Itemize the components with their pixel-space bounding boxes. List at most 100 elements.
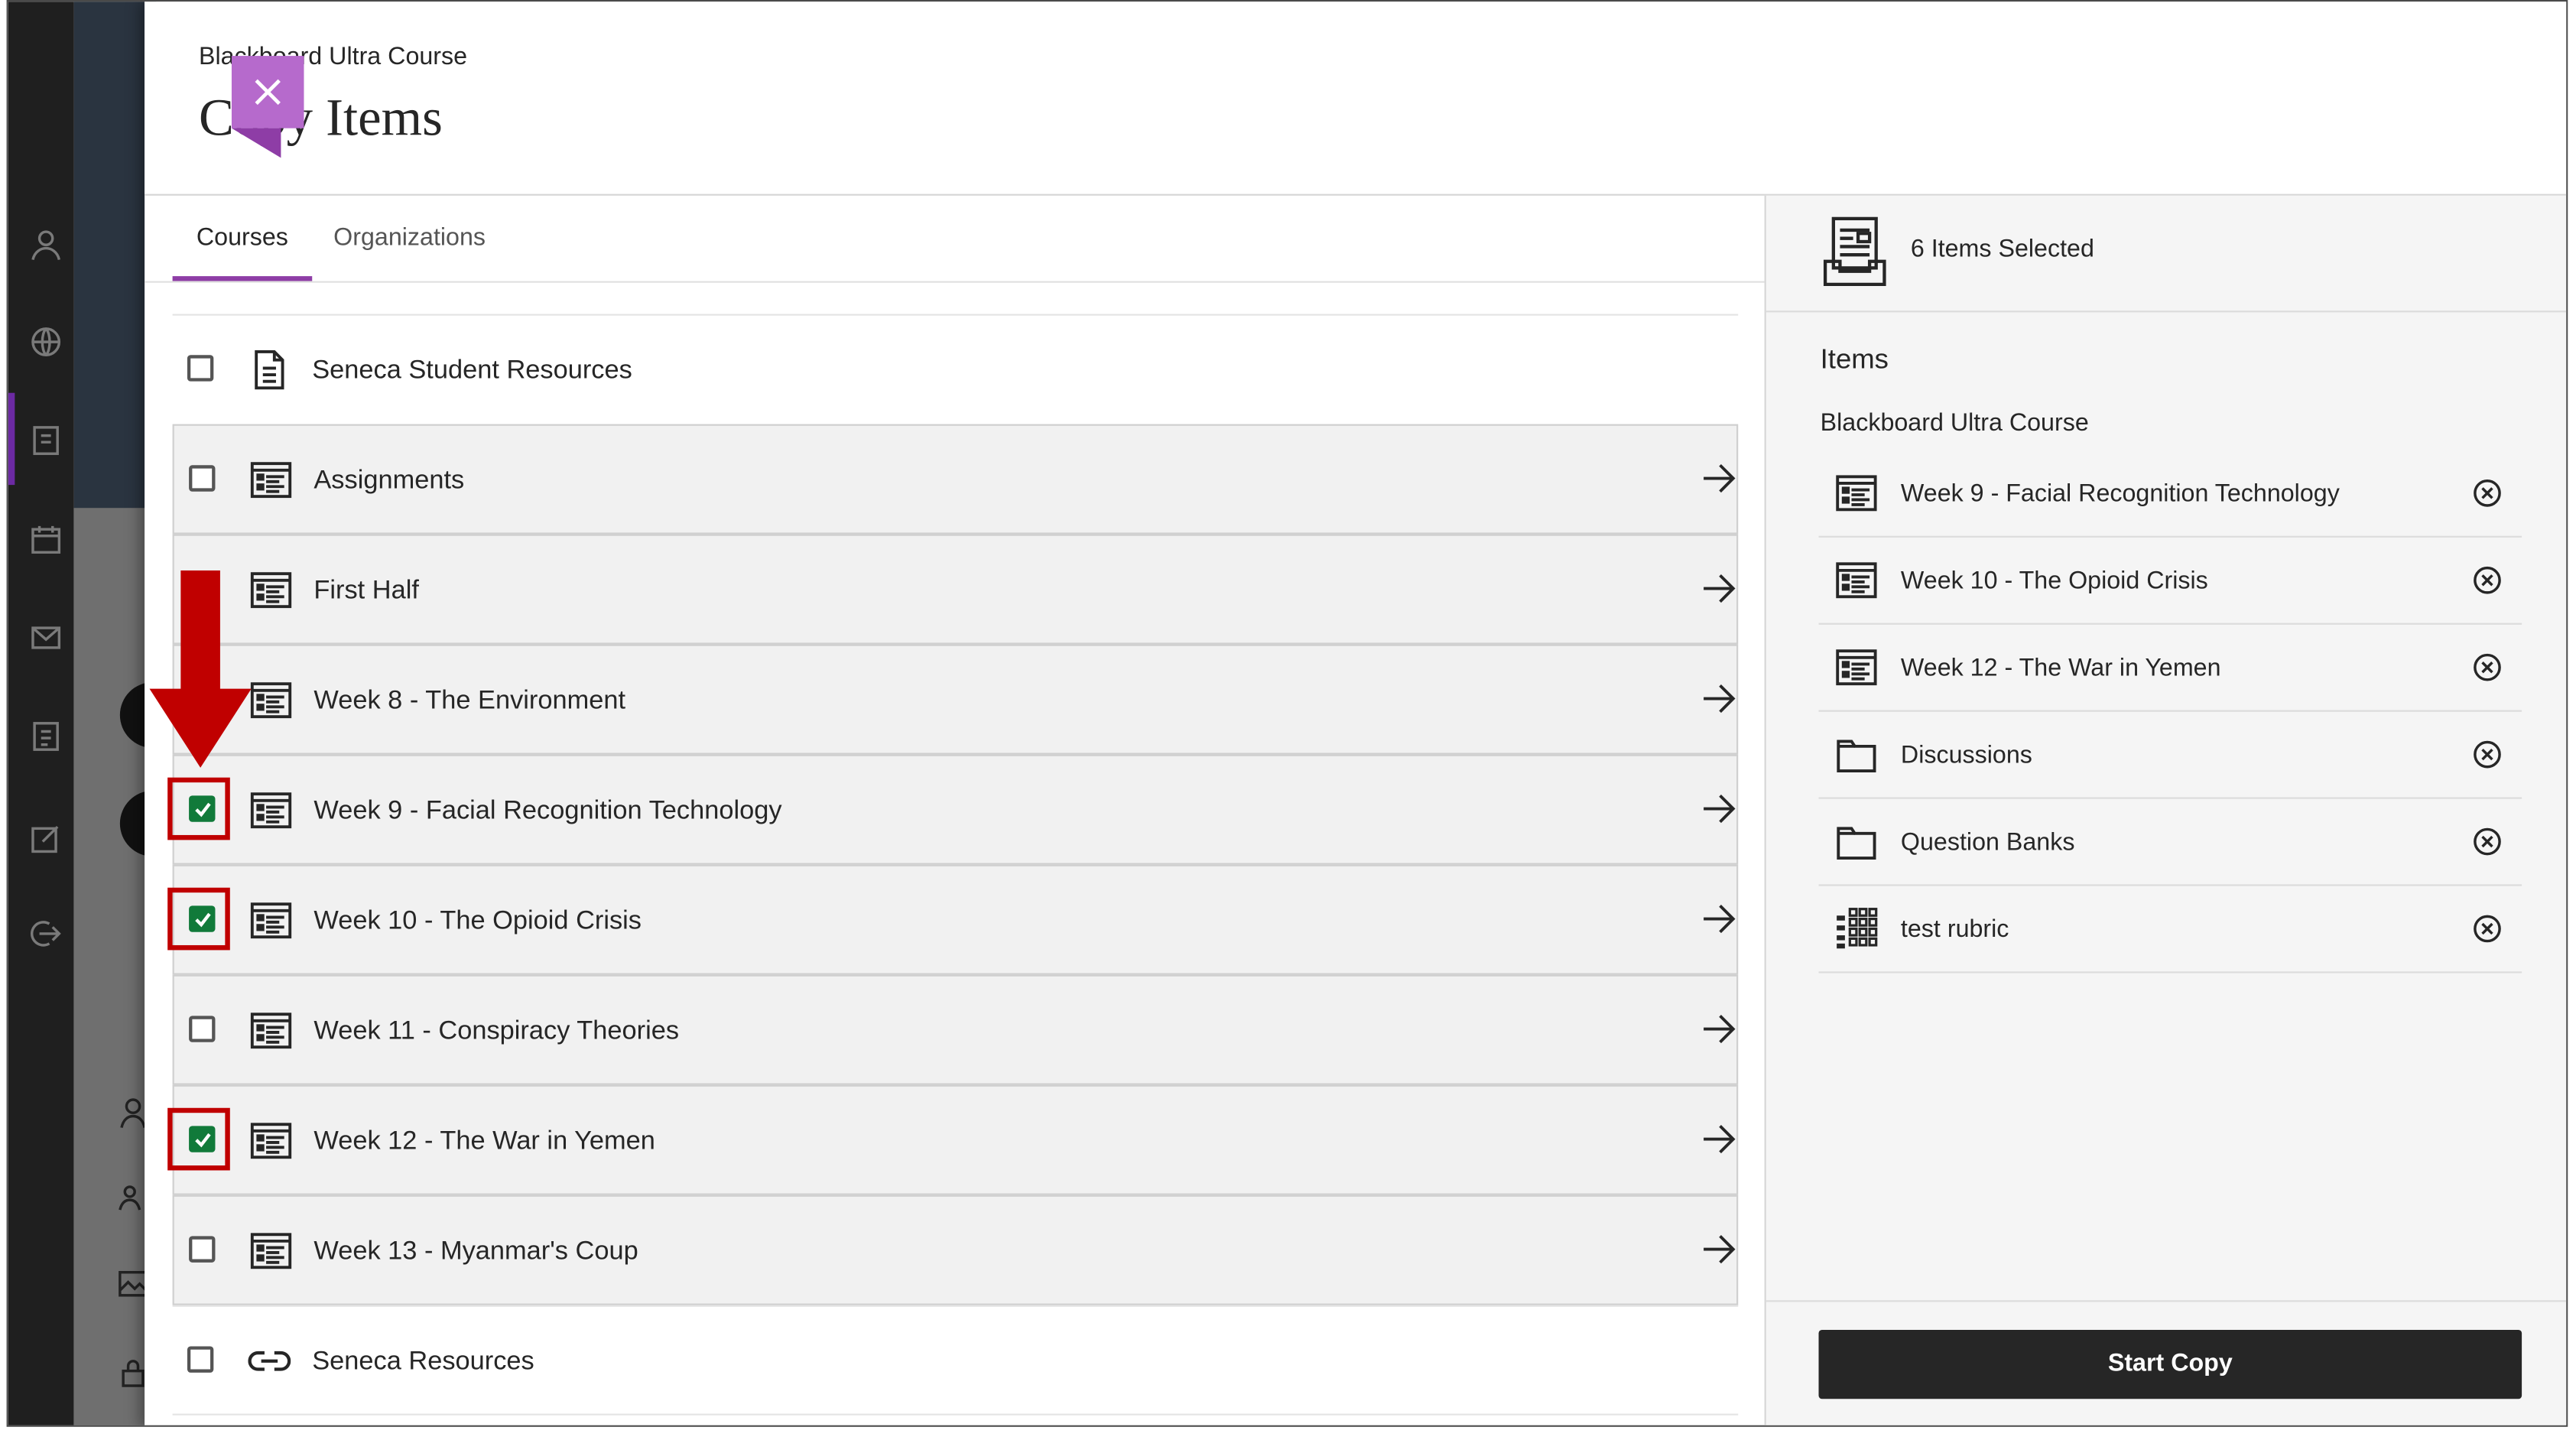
document-icon bbox=[248, 349, 291, 392]
course-item-row[interactable]: Week 12 - The War in Yemen bbox=[167, 1084, 1739, 1195]
selected-item-label: Week 9 - Facial Recognition Technology bbox=[1900, 479, 2340, 509]
course-item-row[interactable]: Week 11 - Conspiracy Theories bbox=[172, 974, 1739, 1085]
content-list-icon bbox=[250, 569, 293, 612]
remove-item-icon[interactable] bbox=[2473, 827, 2503, 857]
course-item-label: Week 9 - Facial Recognition Technology bbox=[313, 797, 782, 826]
selected-item-row: Week 12 - The War in Yemen bbox=[1818, 625, 2522, 712]
course-item-row[interactable]: Week 8 - The Environment bbox=[172, 644, 1739, 755]
background-banner bbox=[73, 2, 157, 509]
checkbox-highlight-annotation bbox=[167, 777, 230, 840]
content-list-icon bbox=[1835, 472, 1878, 515]
open-folder-arrow-icon[interactable] bbox=[1701, 681, 1736, 717]
open-folder-arrow-icon[interactable] bbox=[1701, 901, 1736, 937]
start-copy-button[interactable]: Start Copy bbox=[1818, 1329, 2522, 1399]
tab-courses[interactable]: Courses bbox=[172, 196, 313, 281]
selected-item-label: test rubric bbox=[1900, 915, 2009, 944]
course-item-label: Seneca Student Resources bbox=[312, 356, 632, 385]
grades-icon bbox=[28, 718, 64, 754]
content-list-icon bbox=[250, 1009, 293, 1052]
background-nav-active-indicator bbox=[8, 392, 15, 486]
item-checkbox[interactable] bbox=[187, 355, 214, 382]
selected-item-row: Discussions bbox=[1818, 712, 2522, 799]
annotation-arrow bbox=[149, 570, 252, 771]
rubric-icon bbox=[1835, 908, 1878, 951]
selected-item-row: Week 9 - Facial Recognition Technology bbox=[1818, 450, 2522, 538]
tab-organizations[interactable]: Organizations bbox=[333, 196, 486, 281]
selected-item-label: Question Banks bbox=[1900, 828, 2075, 857]
remove-item-icon[interactable] bbox=[2473, 565, 2503, 595]
user-icon bbox=[28, 227, 64, 263]
selected-item-row: Question Banks bbox=[1818, 799, 2522, 886]
remove-item-icon[interactable] bbox=[2473, 479, 2503, 509]
open-folder-arrow-icon[interactable] bbox=[1701, 1011, 1736, 1047]
open-folder-arrow-icon[interactable] bbox=[1701, 1231, 1736, 1267]
selected-item-row: test rubric bbox=[1818, 886, 2522, 974]
content-list-icon bbox=[250, 459, 293, 502]
course-item-row: Seneca Resources bbox=[172, 1305, 1739, 1416]
globe-icon bbox=[28, 323, 64, 359]
copy-items-panel: Blackboard Ultra Course Copy Items Cours… bbox=[145, 2, 2567, 1425]
items-heading: Items bbox=[1820, 343, 1889, 375]
course-item-label: Assignments bbox=[313, 466, 465, 495]
selection-summary: 6 Items Selected bbox=[1766, 196, 2567, 313]
remove-item-icon[interactable] bbox=[2473, 914, 2503, 944]
background-nav bbox=[8, 2, 74, 1425]
tab-bar: Courses Organizations bbox=[172, 196, 1736, 281]
open-folder-arrow-icon[interactable] bbox=[1701, 791, 1736, 827]
course-item-label: Week 8 - The Environment bbox=[313, 687, 626, 716]
item-checkbox[interactable] bbox=[189, 465, 216, 492]
course-item-row[interactable]: Week 10 - The Opioid Crisis bbox=[167, 864, 1739, 975]
selected-item-label: Week 12 - The War in Yemen bbox=[1900, 654, 2221, 683]
background-content bbox=[73, 2, 186, 1425]
course-item-label: Week 12 - The War in Yemen bbox=[313, 1127, 655, 1156]
link-icon bbox=[248, 1340, 291, 1383]
item-checkbox[interactable] bbox=[189, 1236, 216, 1263]
source-column: Courses Organizations Seneca Student Res… bbox=[145, 196, 1765, 1425]
course-item-row[interactable]: Week 9 - Facial Recognition Technology bbox=[167, 754, 1739, 865]
edit-icon bbox=[28, 821, 64, 857]
course-item-row[interactable]: Assignments bbox=[172, 424, 1739, 535]
content-list-icon bbox=[250, 899, 293, 942]
item-checkbox[interactable] bbox=[187, 1346, 214, 1373]
content-list-icon bbox=[250, 789, 293, 832]
course-item-row[interactable]: First Half bbox=[172, 534, 1739, 645]
course-item-label: Week 10 - The Opioid Crisis bbox=[313, 907, 642, 936]
close-icon bbox=[255, 79, 281, 106]
calendar-icon bbox=[28, 521, 64, 557]
open-folder-arrow-icon[interactable] bbox=[1701, 1121, 1736, 1157]
app-frame: Blackboard Ultra Course Copy Items Cours… bbox=[6, 0, 2568, 1427]
selected-item-row: Week 10 - The Opioid Crisis bbox=[1818, 538, 2522, 625]
close-button[interactable] bbox=[231, 56, 304, 128]
sign-out-icon bbox=[28, 915, 64, 951]
course-item-label: Week 11 - Conspiracy Theories bbox=[313, 1017, 680, 1046]
items-selected-count: 6 Items Selected bbox=[1910, 235, 2094, 263]
selected-item-label: Discussions bbox=[1900, 741, 2032, 769]
open-folder-arrow-icon[interactable] bbox=[1701, 460, 1736, 496]
item-checkbox[interactable] bbox=[189, 1016, 216, 1042]
selection-column: 6 Items Selected Items Blackboard Ultra … bbox=[1764, 195, 2567, 1425]
folder-icon bbox=[1835, 821, 1878, 863]
open-folder-arrow-icon[interactable] bbox=[1701, 570, 1736, 606]
selected-course-name: Blackboard Ultra Course bbox=[1820, 409, 2089, 437]
mail-icon bbox=[28, 619, 64, 655]
course-item-label: Week 13 - Myanmar's Coup bbox=[313, 1237, 638, 1266]
copy-tray-icon bbox=[1822, 216, 1888, 288]
checkbox-highlight-annotation bbox=[167, 1107, 230, 1171]
tabs-divider bbox=[145, 281, 1765, 283]
close-button-tail bbox=[231, 128, 281, 158]
selection-footer: Start Copy bbox=[1766, 1300, 2567, 1425]
courses-icon bbox=[28, 422, 64, 458]
content-list-icon bbox=[250, 679, 293, 722]
content-list-icon bbox=[1835, 559, 1878, 602]
remove-item-icon[interactable] bbox=[2473, 740, 2503, 769]
selected-item-label: Week 10 - The Opioid Crisis bbox=[1900, 567, 2208, 596]
course-item-label: First Half bbox=[313, 577, 419, 606]
course-item-row: Seneca Student Resources bbox=[172, 314, 1739, 424]
content-list-icon bbox=[250, 1120, 293, 1162]
course-item-label: Seneca Resources bbox=[312, 1347, 534, 1377]
folder-icon bbox=[1835, 733, 1878, 776]
remove-item-icon[interactable] bbox=[2473, 652, 2503, 682]
content-list-icon bbox=[250, 1230, 293, 1273]
panel-header: Blackboard Ultra Course Copy Items bbox=[145, 2, 2567, 196]
course-item-row[interactable]: Week 13 - Myanmar's Coup bbox=[172, 1195, 1739, 1305]
